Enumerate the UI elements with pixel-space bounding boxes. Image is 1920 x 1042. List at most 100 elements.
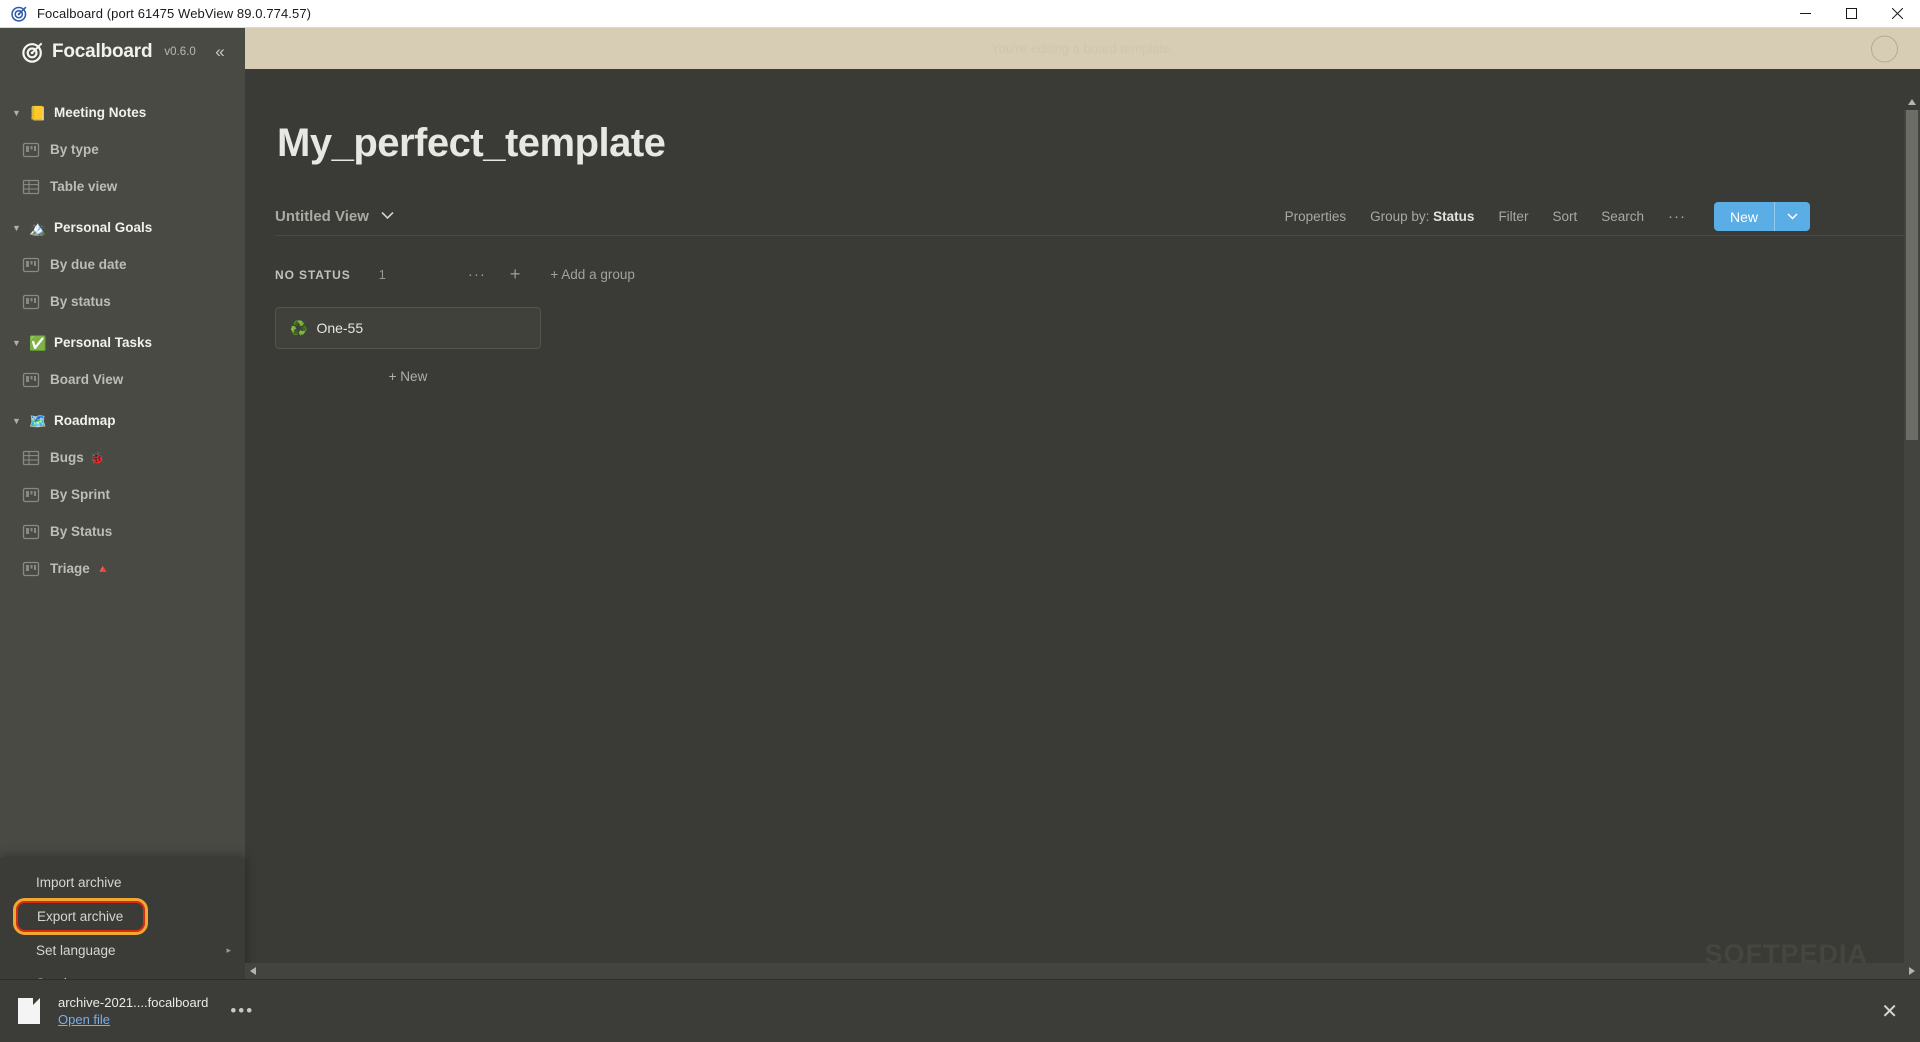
collapse-sidebar-icon[interactable]: « bbox=[207, 39, 233, 65]
sidebar-view-label: Bugs bbox=[50, 450, 84, 465]
board-view-icon bbox=[22, 371, 40, 389]
board-groups: NO STATUS 1 ··· + + Add a group ♻️ One-55 + New bbox=[275, 264, 1920, 384]
group-by-button[interactable]: Group by: Status bbox=[1370, 209, 1474, 224]
menu-item-set-language[interactable]: Set language ▸ bbox=[0, 934, 245, 967]
chevron-down-icon bbox=[381, 211, 394, 223]
caret-down-icon[interactable]: ▼ bbox=[12, 416, 28, 426]
scroll-up-icon[interactable] bbox=[1904, 94, 1920, 110]
menu-item-label: Set language bbox=[36, 943, 116, 958]
sidebar-view-label: Triage bbox=[50, 561, 90, 576]
group-name-label[interactable]: NO STATUS bbox=[275, 268, 351, 282]
menu-item-label: Import archive bbox=[36, 875, 122, 890]
board-area: My_perfect_template Untitled View Proper… bbox=[245, 69, 1920, 1042]
board-view-icon bbox=[22, 486, 40, 504]
close-download-shelf-icon[interactable]: ✕ bbox=[1881, 999, 1898, 1024]
open-file-link[interactable]: Open file bbox=[58, 1012, 208, 1027]
view-toolbar: Untitled View Properties Group by: Statu… bbox=[275, 198, 1920, 236]
sidebar-view-board-view[interactable]: Board View bbox=[0, 361, 245, 398]
group-header: NO STATUS 1 ··· + + Add a group bbox=[275, 264, 1920, 285]
menu-item-import-archive[interactable]: Import archive bbox=[0, 866, 245, 899]
sidebar-board-personal-tasks[interactable]: ▼ ✅ Personal Tasks bbox=[0, 324, 245, 361]
sidebar-board-group: ▼ 🗺️ Roadmap Bugs 🐞 By Sprint By Status Triage 🔺 bbox=[0, 402, 245, 587]
sidebar-view-table-view[interactable]: Table view bbox=[0, 168, 245, 205]
sidebar-view-triage[interactable]: Triage 🔺 bbox=[0, 550, 245, 587]
focalboard-target-icon bbox=[10, 5, 28, 23]
sidebar: Focalboard v0.6.0 « ▼ 📒 Meeting Notes By ty… bbox=[0, 28, 245, 1042]
caret-down-icon[interactable]: ▼ bbox=[12, 223, 28, 233]
view-emoji-icon: 🔺 bbox=[95, 561, 111, 576]
page-title[interactable]: My_perfect_template bbox=[277, 121, 1920, 166]
sidebar-board-group: ▼ 📒 Meeting Notes By type Table view bbox=[0, 94, 245, 205]
group-options-icon[interactable]: ··· bbox=[468, 266, 486, 283]
window-title-bar: Focalboard (port 61475 WebView 89.0.774.… bbox=[0, 0, 1920, 28]
properties-button[interactable]: Properties bbox=[1285, 209, 1347, 224]
sidebar-header: Focalboard v0.6.0 « bbox=[0, 28, 245, 76]
menu-item-export-archive[interactable]: Export archive bbox=[13, 898, 148, 935]
sidebar-board-label: Personal Tasks bbox=[54, 335, 153, 350]
sidebar-view-by-type[interactable]: By type bbox=[0, 131, 245, 168]
sidebar-board-group: ▼ ✅ Personal Tasks Board View bbox=[0, 324, 245, 398]
view-selector[interactable]: Untitled View bbox=[275, 208, 394, 225]
scroll-left-icon[interactable] bbox=[245, 963, 261, 979]
download-file-name: archive-2021....focalboard bbox=[58, 995, 209, 1010]
table-view-icon bbox=[22, 449, 40, 467]
board-view-icon bbox=[22, 560, 40, 578]
submenu-arrow-icon: ▸ bbox=[226, 945, 231, 955]
sidebar-board-personal-goals[interactable]: ▼ 🏔️ Personal Goals bbox=[0, 209, 245, 246]
main-content: You're editing a board template. My_perf… bbox=[245, 28, 1920, 1042]
card-title-label: One-55 bbox=[316, 320, 364, 336]
document-icon bbox=[18, 998, 40, 1024]
filter-button[interactable]: Filter bbox=[1498, 209, 1528, 224]
board-emoji-icon: 📒 bbox=[29, 104, 47, 121]
caret-down-icon[interactable]: ▼ bbox=[12, 108, 28, 118]
sidebar-view-bugs[interactable]: Bugs 🐞 bbox=[0, 439, 245, 476]
board-view-icon bbox=[22, 141, 40, 159]
group-count-label: 1 bbox=[378, 267, 386, 282]
new-card-chevron-down-icon[interactable] bbox=[1775, 211, 1810, 223]
add-group-button[interactable]: + Add a group bbox=[550, 267, 634, 282]
maximize-button[interactable] bbox=[1828, 0, 1874, 28]
user-avatar[interactable] bbox=[1871, 35, 1898, 62]
window-controls bbox=[1782, 0, 1920, 28]
sidebar-view-by-due-date[interactable]: By due date bbox=[0, 246, 245, 283]
table-view-icon bbox=[22, 178, 40, 196]
sidebar-board-meeting-notes[interactable]: ▼ 📒 Meeting Notes bbox=[0, 94, 245, 131]
toolbar-actions: Properties Group by: Status Filter Sort … bbox=[1285, 202, 1810, 231]
sidebar-view-label: By due date bbox=[50, 257, 127, 272]
focalboard-logo-icon bbox=[22, 41, 44, 63]
window-title-text: Focalboard (port 61475 WebView 89.0.774.… bbox=[37, 6, 312, 21]
more-options-icon[interactable]: ··· bbox=[1668, 208, 1686, 225]
horizontal-scrollbar[interactable] bbox=[245, 963, 1920, 979]
card-emoji-icon: ♻️ bbox=[290, 319, 308, 336]
vertical-scroll-thumb[interactable] bbox=[1906, 110, 1918, 440]
board-emoji-icon: 🗺️ bbox=[29, 412, 47, 429]
download-menu-icon[interactable]: ••• bbox=[230, 1001, 254, 1021]
group-add-card-icon[interactable]: + bbox=[510, 264, 521, 285]
caret-down-icon[interactable]: ▼ bbox=[12, 338, 28, 348]
sidebar-view-label: By Sprint bbox=[50, 487, 111, 502]
group-by-value: Status bbox=[1433, 209, 1475, 224]
sidebar-view-label: By status bbox=[50, 294, 111, 309]
close-button[interactable] bbox=[1874, 0, 1920, 28]
add-card-button[interactable]: + New bbox=[275, 369, 541, 384]
scroll-right-icon[interactable] bbox=[1904, 963, 1920, 979]
new-card-button[interactable]: New bbox=[1713, 202, 1810, 231]
sidebar-view-by-sprint[interactable]: By Sprint bbox=[0, 476, 245, 513]
sidebar-view-by-status[interactable]: By status bbox=[0, 283, 245, 320]
board-group: NO STATUS 1 ··· + + Add a group ♻️ One-55 + New bbox=[275, 264, 1920, 384]
sidebar-board-roadmap[interactable]: ▼ 🗺️ Roadmap bbox=[0, 402, 245, 439]
sidebar-view-by-status[interactable]: By Status bbox=[0, 513, 245, 550]
board-view-icon bbox=[22, 293, 40, 311]
sidebar-view-label: Board View bbox=[50, 372, 124, 387]
board-card[interactable]: ♻️ One-55 bbox=[275, 307, 541, 349]
view-name-label: Untitled View bbox=[275, 208, 369, 225]
board-view-icon bbox=[22, 256, 40, 274]
vertical-scrollbar[interactable] bbox=[1904, 99, 1920, 1023]
menu-item-label: Export archive bbox=[37, 909, 124, 924]
sort-button[interactable]: Sort bbox=[1552, 209, 1577, 224]
minimize-button[interactable] bbox=[1782, 0, 1828, 28]
search-button[interactable]: Search bbox=[1601, 209, 1644, 224]
sidebar-board-label: Personal Goals bbox=[54, 220, 153, 235]
download-shelf: archive-2021....focalboard Open file •••… bbox=[0, 979, 1920, 1042]
template-banner: You're editing a board template. bbox=[245, 28, 1920, 69]
